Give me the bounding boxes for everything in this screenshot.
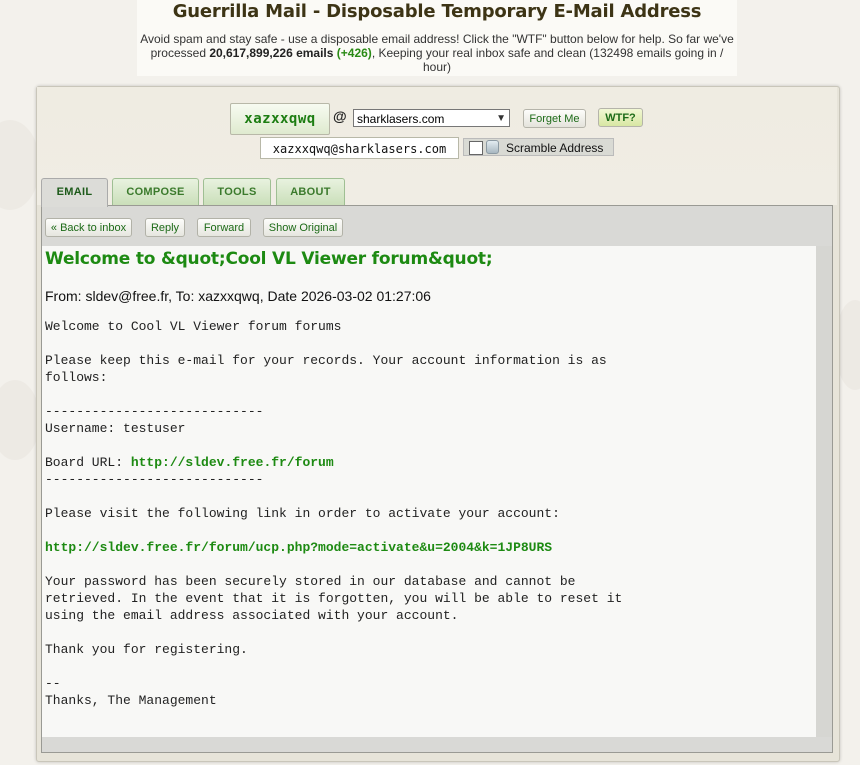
message-body: Welcome to Cool VL Viewer forum forums P… [45,318,622,709]
show-original-button[interactable]: Show Original [263,218,343,237]
message-date: 2026-03-02 01:27:06 [300,288,431,304]
tab-about[interactable]: ABOUT [276,178,345,206]
board-url-link[interactable]: http://sldev.free.fr/forum [131,455,334,470]
body-text: Your password has been securely stored i… [45,574,623,708]
back-to-inbox-button[interactable]: « Back to inbox [45,218,132,237]
scramble-icon [486,140,499,154]
site-header: Guerrilla Mail - Disposable Temporary E-… [137,0,737,76]
message-scrollbar[interactable] [816,246,832,737]
to-label: , To: [168,288,199,304]
message-meta: From: sldev@free.fr, To: xazxxqwq, Date … [45,288,431,304]
date-label: , Date [259,288,301,304]
body-text: ---------------------------- Please visi… [45,472,560,521]
scramble-address-control: Scramble Address [463,138,614,156]
wtf-button[interactable]: WTF? [598,108,643,127]
full-address-display[interactable]: xazxxqwq@sharklasers.com [260,137,459,159]
forward-button[interactable]: Forward [197,218,251,237]
page-title: Guerrilla Mail - Disposable Temporary E-… [172,1,702,22]
username-box[interactable]: xazxxqwq [230,103,330,135]
from-address: sldev@free.fr [85,288,169,304]
tab-email[interactable]: EMAIL [41,178,108,207]
domain-select-value: sharklasers.com [357,112,445,126]
tagline-text-end: , Keeping your real inbox safe and clean… [371,46,724,74]
background-decoration [0,120,40,210]
email-count: 20,617,899,226 emails [209,46,334,60]
email-count-increment: (+426) [336,46,372,60]
message-view: Welcome to &quot;Cool VL Viewer forum&qu… [42,246,816,737]
to-address: xazxxqwq [198,288,260,304]
body-text: Welcome to Cool VL Viewer forum forums P… [45,319,607,470]
domain-select[interactable]: sharklasers.com ▼ [353,109,510,127]
background-decoration [0,380,40,460]
chevron-down-icon: ▼ [496,113,506,124]
tagline: Avoid spam and stay safe - use a disposa… [137,32,737,74]
scramble-label[interactable]: Scramble Address [506,139,603,157]
scramble-checkbox[interactable] [469,141,483,155]
reply-button[interactable]: Reply [145,218,185,237]
activate-link[interactable]: http://sldev.free.fr/forum/ucp.php?mode=… [45,540,552,555]
at-symbol: @ [333,108,347,124]
forget-me-button[interactable]: Forget Me [523,109,586,128]
from-label: From: [45,288,86,304]
tab-compose[interactable]: COMPOSE [112,178,199,206]
message-subject: Welcome to &quot;Cool VL Viewer forum&qu… [45,249,493,269]
tab-tools[interactable]: TOOLS [203,178,271,206]
